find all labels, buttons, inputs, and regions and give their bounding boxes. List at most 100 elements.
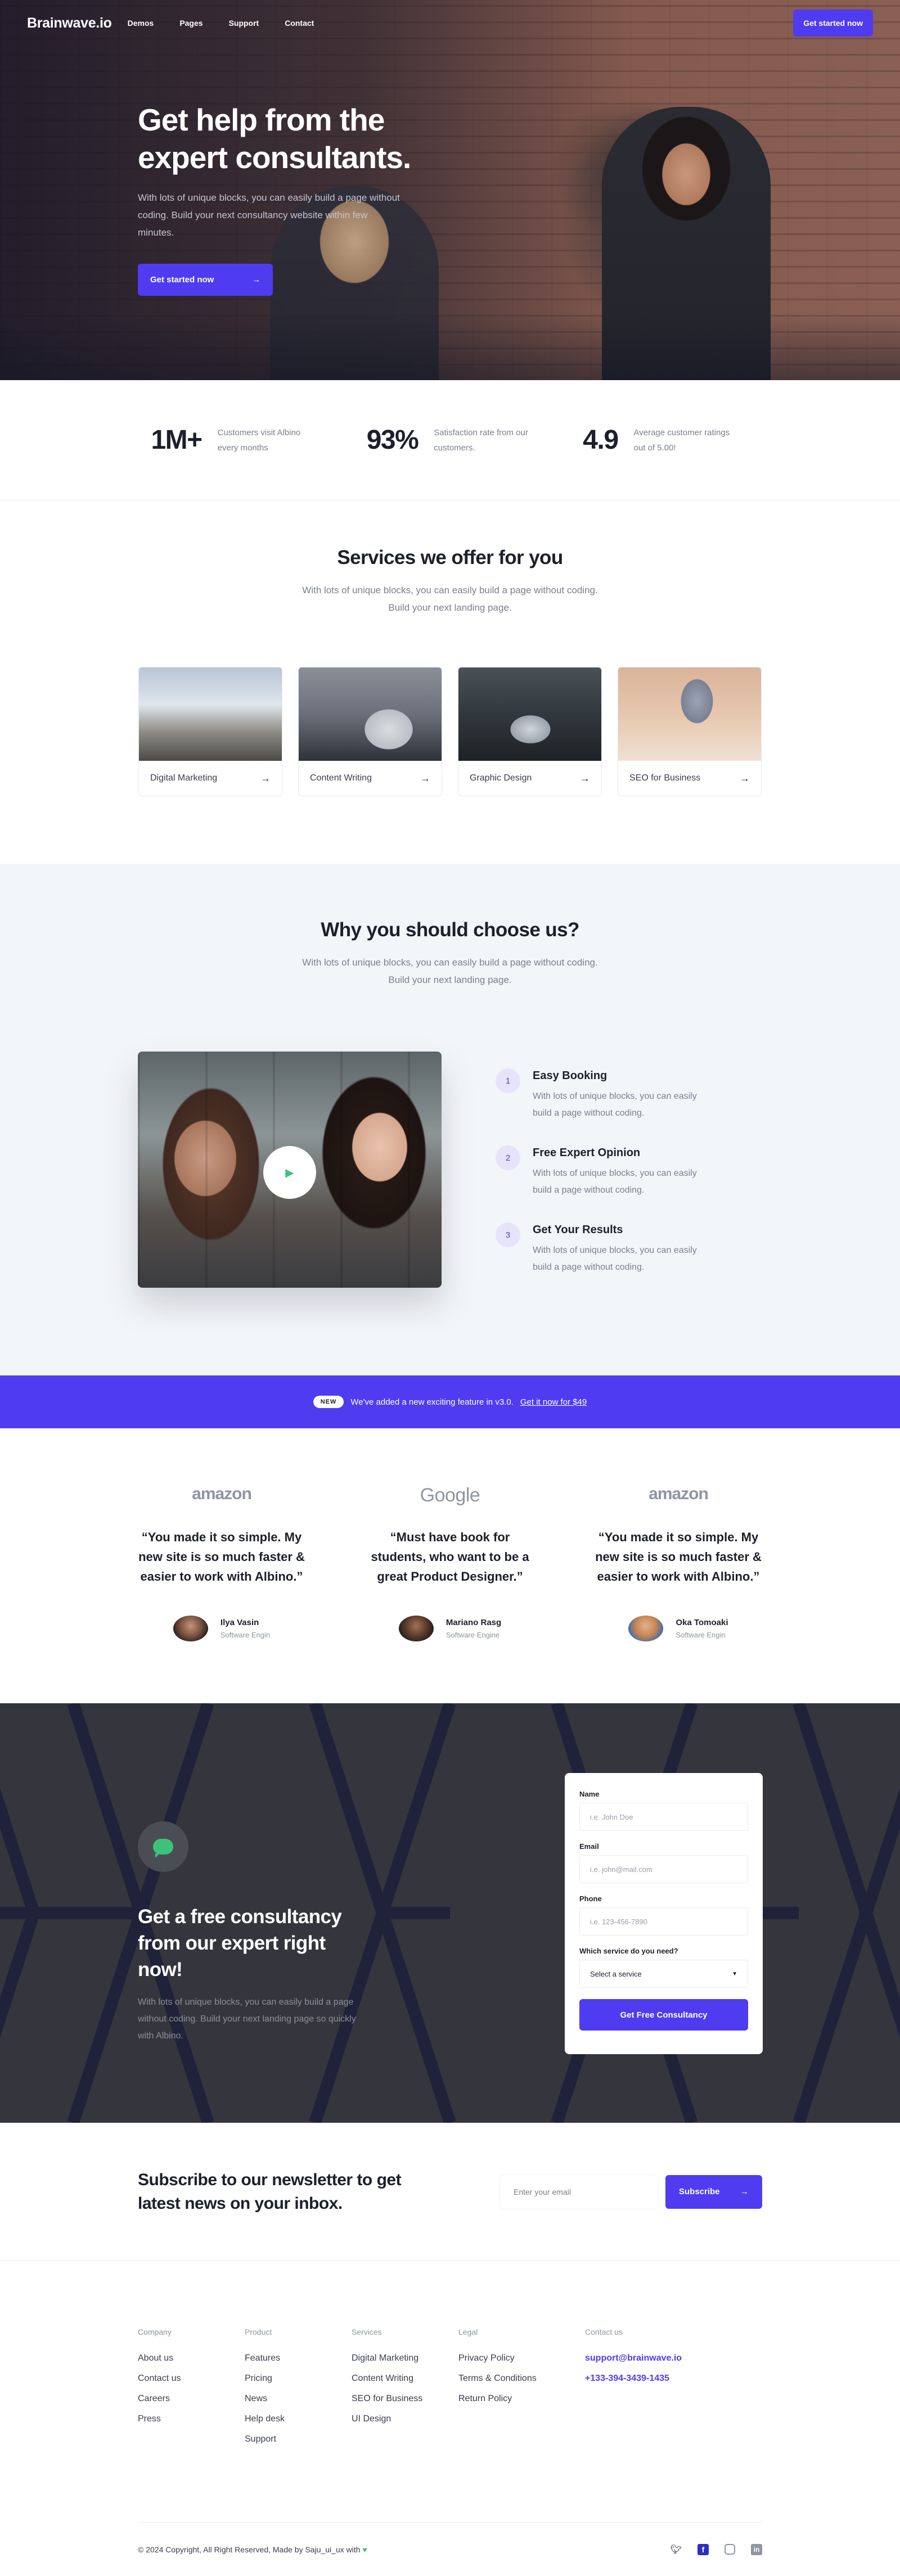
- feature-text: With lots of unique blocks, you can easi…: [533, 1246, 697, 1272]
- service-select[interactable]: Select a service ▼: [579, 1960, 748, 1988]
- footer-link[interactable]: SEO for Business: [352, 2394, 458, 2404]
- footer-heading: Legal: [458, 2327, 478, 2336]
- service-label: SEO for Business: [629, 773, 701, 783]
- consult-title: Get a free consultancy from our expert r…: [138, 1906, 342, 1981]
- nav-link-support[interactable]: Support: [229, 19, 259, 28]
- phone-field[interactable]: [579, 1907, 748, 1936]
- brand-logo[interactable]: Brainwave.io: [27, 15, 112, 31]
- newsletter-title: Subscribe to our newsletter to get lates…: [138, 2170, 402, 2213]
- get-free-consultancy-button[interactable]: Get Free Consultancy: [579, 1999, 748, 2031]
- footer-column-product: Product Features Pricing News Help desk …: [245, 2327, 352, 2522]
- feature-item: 1 Easy Booking With lots of unique block…: [496, 1068, 701, 1122]
- caret-down-icon: ▼: [732, 1970, 737, 1977]
- testimonials-section: amazon “You made it so simple. My new si…: [0, 1428, 900, 1703]
- service-label: Digital Marketing: [150, 773, 218, 783]
- service-card-digital-marketing[interactable]: Digital Marketing →: [138, 667, 282, 796]
- subscribe-label: Subscribe: [679, 2187, 720, 2196]
- footer-link[interactable]: Privacy Policy: [458, 2353, 585, 2363]
- play-button[interactable]: ▶: [263, 1146, 316, 1199]
- testimonial-role: Software Engin: [676, 1631, 726, 1639]
- stats-section: 1M+ Customers visit Albino every months …: [0, 380, 900, 500]
- feature-item: 2 Free Expert Opinion With lots of uniqu…: [496, 1145, 701, 1199]
- top-navigation: Brainwave.io Demos Pages Support Contact…: [0, 0, 900, 46]
- feature-number: 2: [496, 1145, 520, 1170]
- service-card-seo[interactable]: SEO for Business →: [618, 667, 762, 796]
- stat-value: 1M+: [151, 425, 202, 455]
- copyright-text: © 2024 Copyright, All Right Reserved, Ma…: [138, 2545, 361, 2554]
- services-section: Services we offer for you With lots of u…: [0, 500, 900, 864]
- stat-item: 4.9 Average customer ratings out of 5.00…: [583, 425, 732, 455]
- arrow-right-icon: →: [420, 772, 430, 784]
- play-icon: ▶: [285, 1166, 294, 1179]
- feature-number: 3: [496, 1222, 520, 1247]
- service-card-content-writing[interactable]: Content Writing →: [298, 667, 442, 796]
- newsletter-section: Subscribe to our newsletter to get lates…: [0, 2123, 900, 2261]
- footer-column-contact: Contact us support@brainwave.io +133-394…: [585, 2327, 712, 2522]
- service-label: Content Writing: [310, 773, 372, 783]
- footer-link[interactable]: Support: [245, 2434, 352, 2444]
- testimonial-role: Software Engin: [220, 1631, 271, 1639]
- testimonial-name: Mariano Rasg: [446, 1618, 502, 1627]
- name-label: Name: [579, 1790, 600, 1798]
- feature-item: 3 Get Your Results With lots of unique b…: [496, 1222, 701, 1276]
- footer: Company About us Contact us Careers Pres…: [0, 2261, 900, 2576]
- footer-link[interactable]: Content Writing: [352, 2374, 458, 2384]
- arrow-right-icon: →: [580, 772, 590, 784]
- nav-get-started-button[interactable]: Get started now: [793, 10, 873, 37]
- heart-icon: ♥: [362, 2545, 367, 2554]
- consultancy-section: Get a free consultancy from our expert r…: [0, 1703, 900, 2123]
- footer-link[interactable]: Contact us: [138, 2374, 245, 2384]
- footer-link[interactable]: UI Design: [352, 2414, 458, 2424]
- footer-heading: Services: [352, 2327, 382, 2336]
- testimonial-card: Google “Must have book for students, who…: [363, 1485, 537, 1641]
- nav-link-contact[interactable]: Contact: [285, 19, 314, 28]
- footer-link[interactable]: Features: [245, 2353, 352, 2363]
- instagram-icon[interactable]: [724, 2544, 735, 2555]
- footer-heading: Product: [245, 2327, 272, 2336]
- service-card-graphic-design[interactable]: Graphic Design →: [458, 667, 602, 796]
- footer-link[interactable]: Digital Marketing: [352, 2353, 458, 2363]
- service-image: [618, 667, 761, 761]
- avatar: [173, 1616, 208, 1641]
- nav-link-pages[interactable]: Pages: [179, 19, 202, 28]
- arrow-right-icon: →: [740, 2187, 749, 2196]
- footer-link[interactable]: Careers: [138, 2394, 245, 2404]
- consultancy-form: Name Email Phone Which service do you ne…: [565, 1773, 763, 2054]
- feature-number: 1: [496, 1068, 520, 1093]
- footer-link[interactable]: Press: [138, 2414, 245, 2424]
- footer-link[interactable]: News: [245, 2394, 352, 2404]
- email-field[interactable]: [579, 1855, 748, 1883]
- name-field[interactable]: [579, 1803, 748, 1831]
- services-subtitle: With lots of unique blocks, you can easi…: [302, 585, 598, 613]
- new-badge: NEW: [313, 1396, 344, 1408]
- footer-link[interactable]: Pricing: [245, 2374, 352, 2384]
- footer-heading: Contact us: [585, 2327, 623, 2336]
- footer-link[interactable]: Help desk: [245, 2414, 352, 2424]
- testimonial-quote: “You made it so simple. My new site is s…: [595, 1530, 762, 1584]
- footer-link[interactable]: About us: [138, 2353, 245, 2363]
- stat-label: Average customer ratings out of 5.00!: [633, 427, 730, 453]
- nav-link-demos[interactable]: Demos: [128, 19, 154, 28]
- hero-get-started-button[interactable]: Get started now →: [138, 264, 273, 296]
- services-title: Services we offer for you: [337, 547, 563, 569]
- newsletter-email-input[interactable]: [500, 2175, 658, 2209]
- footer-link[interactable]: Terms & Conditions: [458, 2374, 585, 2384]
- amazon-logo: amazon: [649, 1485, 709, 1503]
- support-email-link[interactable]: support@brainwave.io: [585, 2353, 712, 2363]
- testimonial-card: amazon “You made it so simple. My new si…: [591, 1485, 766, 1641]
- subscribe-button[interactable]: Subscribe →: [665, 2175, 762, 2209]
- footer-column-company: Company About us Contact us Careers Pres…: [138, 2327, 245, 2522]
- banner-link[interactable]: Get it now for $49: [520, 1397, 587, 1407]
- why-title: Why you should choose us?: [321, 919, 579, 941]
- footer-column-legal: Legal Privacy Policy Terms & Conditions …: [458, 2327, 585, 2522]
- stat-value: 4.9: [583, 425, 619, 455]
- hero-description: With lots of unique blocks, you can easi…: [138, 192, 400, 238]
- why-section: Why you should choose us? With lots of u…: [0, 864, 900, 1375]
- testimonial-role: Software Engine: [446, 1631, 500, 1639]
- footer-link[interactable]: Return Policy: [458, 2394, 585, 2404]
- avatar: [398, 1616, 434, 1641]
- phone-link[interactable]: +133-394-3439-1435: [585, 2374, 712, 2384]
- google-logo: Google: [420, 1485, 480, 1506]
- footer-heading: Company: [138, 2327, 172, 2336]
- testimonial-card: amazon “You made it so simple. My new si…: [134, 1485, 309, 1641]
